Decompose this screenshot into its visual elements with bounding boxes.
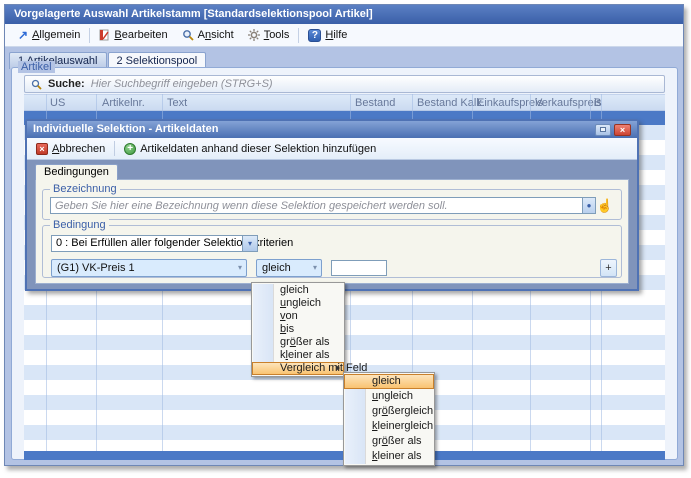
magnifier-icon bbox=[182, 29, 194, 41]
application-window: Vorgelagerte Auswahl Artikelstamm [Stand… bbox=[4, 4, 684, 466]
submenu-item-groessergleich[interactable]: größergleich bbox=[344, 404, 434, 419]
menu-bearbeiten[interactable]: Bearbeiten bbox=[92, 27, 174, 43]
condition-value-input[interactable] bbox=[331, 260, 387, 276]
cancel-button-label: Abbrechen bbox=[52, 143, 105, 155]
hand-pointer-icon[interactable]: ☝ bbox=[596, 199, 614, 212]
menu-hilfe[interactable]: ? Hilfe bbox=[301, 27, 354, 44]
cancel-button[interactable]: × Abbrechen bbox=[32, 141, 109, 157]
tab-bedingungen[interactable]: Bedingungen bbox=[35, 164, 118, 180]
add-condition-button[interactable]: + bbox=[600, 259, 617, 277]
bezeichnung-groupbox: Bezeichnung ● ☝ bbox=[42, 189, 622, 220]
column-header-text[interactable]: Text bbox=[167, 97, 187, 109]
condition-operator-value: gleich bbox=[262, 262, 291, 274]
menu-allgemein[interactable]: ↗ Allgemein bbox=[11, 27, 87, 43]
column-header-artikelnr[interactable]: Artikelnr. bbox=[102, 97, 145, 109]
operator-dropdown-menu: gleich ungleich von bis größer als klein… bbox=[251, 282, 345, 377]
menu-hilfe-label: Hilfe bbox=[325, 29, 347, 41]
add-plus-icon: + bbox=[124, 143, 136, 155]
selection-dialog: Individuelle Selektion - Artikeldaten × … bbox=[25, 119, 639, 291]
submenu-item-groesser-als[interactable]: größer als bbox=[344, 434, 434, 449]
column-header-bestand[interactable]: Bestand bbox=[355, 97, 395, 109]
bedingung-groupbox: Bedingung 0 : Bei Erfüllen aller folgend… bbox=[42, 225, 622, 278]
column-header-einkaufspreis[interactable]: Einkaufspreis bbox=[477, 97, 543, 109]
submenu-arrow-icon bbox=[336, 365, 340, 371]
dialog-body: Bedingungen Bezeichnung ● ☝ Bedingung 0 … bbox=[27, 161, 637, 289]
table-header-row[interactable]: US Artikelnr. Text Bestand Bestand Kalk.… bbox=[24, 94, 665, 111]
bedingungen-panel: Bezeichnung ● ☝ Bedingung 0 : Bei Erfüll… bbox=[35, 179, 629, 284]
bezeichnung-row: ● ☝ bbox=[50, 197, 614, 214]
bezeichnung-input[interactable] bbox=[50, 197, 583, 214]
search-label: Suche: bbox=[48, 78, 85, 90]
field-compare-submenu: gleich ungleich größergleich kleinerglei… bbox=[343, 372, 435, 466]
menubar-separator bbox=[298, 28, 299, 43]
menu-item-kleiner-als[interactable]: kleiner als bbox=[252, 349, 344, 362]
condition-field-combobox[interactable]: (G1) VK-Preis 1 ▾ bbox=[51, 259, 247, 277]
bedingung-group-label: Bedingung bbox=[50, 219, 109, 231]
close-button[interactable]: × bbox=[614, 124, 631, 136]
chevron-down-icon: ▾ bbox=[238, 260, 242, 276]
column-header-verkaufspreis[interactable]: Verkaufspreis bbox=[535, 97, 602, 109]
search-placeholder-text: Hier Suchbegriff eingeben (STRG+S) bbox=[91, 78, 273, 90]
artikel-group-label: Artikel bbox=[18, 61, 55, 73]
condition-row: (G1) VK-Preis 1 ▾ gleich ▾ + bbox=[51, 259, 617, 277]
menu-tools-label: Tools bbox=[264, 29, 290, 41]
add-articles-button[interactable]: + Artikeldaten anhand dieser Selektion h… bbox=[120, 141, 380, 157]
submenu-item-kleiner-als[interactable]: kleiner als bbox=[344, 449, 434, 464]
menu-bearbeiten-label: Bearbeiten bbox=[114, 29, 167, 41]
menu-item-groesser-als[interactable]: größer als bbox=[252, 336, 344, 349]
condition-field-value: (G1) VK-Preis 1 bbox=[57, 262, 135, 274]
dialog-title-bar: Individuelle Selektion - Artikeldaten × bbox=[27, 121, 637, 138]
search-icon bbox=[31, 79, 42, 90]
menu-allgemein-label: Allgemein bbox=[32, 29, 80, 41]
chevron-down-icon[interactable]: ▾ bbox=[242, 235, 258, 252]
window-title-bar: Vorgelagerte Auswahl Artikelstamm [Stand… bbox=[5, 5, 683, 24]
dialog-title: Individuelle Selektion - Artikeldaten bbox=[33, 121, 592, 138]
submenu-item-kleinergleich[interactable]: kleinergleich bbox=[344, 419, 434, 434]
toolbar-separator bbox=[114, 141, 115, 156]
maximize-icon bbox=[600, 127, 606, 132]
close-icon: × bbox=[620, 125, 625, 135]
submenu-item-gleich[interactable]: gleich bbox=[344, 374, 434, 389]
edit-icon bbox=[99, 29, 110, 41]
menubar-separator bbox=[89, 28, 90, 43]
window-title: Vorgelagerte Auswahl Artikelstamm [Stand… bbox=[14, 8, 373, 20]
menu-ansicht[interactable]: Ansicht bbox=[175, 27, 241, 43]
column-header-b[interactable]: B bbox=[594, 97, 601, 109]
chevron-down-icon: ▾ bbox=[313, 260, 317, 276]
menu-item-vergleich-mit-feld[interactable]: Vergleich mit Feld bbox=[252, 362, 344, 375]
menu-ansicht-label: Ansicht bbox=[198, 29, 234, 41]
condition-operator-combobox[interactable]: gleich ▾ bbox=[256, 259, 322, 277]
bezeichnung-group-label: Bezeichnung bbox=[50, 183, 120, 195]
cancel-x-icon: × bbox=[36, 143, 48, 155]
column-header-us[interactable]: US bbox=[50, 97, 65, 109]
menu-item-ungleich[interactable]: ungleich bbox=[252, 297, 344, 310]
maximize-button[interactable] bbox=[595, 124, 611, 136]
submenu-item-ungleich[interactable]: ungleich bbox=[344, 389, 434, 404]
menu-tools[interactable]: Tools bbox=[241, 27, 297, 43]
selection-mode-combobox[interactable]: 0 : Bei Erfüllen aller folgender Selekti… bbox=[51, 235, 258, 252]
menu-item-von[interactable]: von bbox=[252, 310, 344, 323]
menu-item-bis[interactable]: bis bbox=[252, 323, 344, 336]
add-articles-button-label: Artikeldaten anhand dieser Selektion hin… bbox=[140, 143, 376, 155]
menu-bar: ↗ Allgemein Bearbeiten Ansicht Tools ? H… bbox=[5, 24, 683, 47]
bezeichnung-dropdown-button[interactable]: ● bbox=[582, 197, 596, 214]
dialog-toolbar: × Abbrechen + Artikeldaten anhand dieser… bbox=[27, 138, 637, 160]
gear-icon bbox=[248, 29, 260, 41]
arrow-up-right-icon: ↗ bbox=[18, 30, 28, 40]
help-icon: ? bbox=[308, 29, 321, 42]
search-bar[interactable]: Suche: Hier Suchbegriff eingeben (STRG+S… bbox=[24, 75, 665, 93]
column-header-bestand-kalk[interactable]: Bestand Kalk. bbox=[417, 97, 485, 109]
menu-item-gleich[interactable]: gleich bbox=[252, 284, 344, 297]
